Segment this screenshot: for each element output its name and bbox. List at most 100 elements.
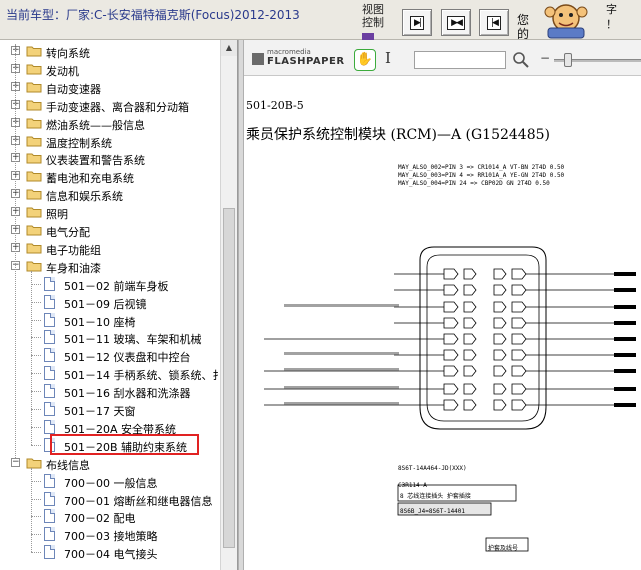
- pin-right: [511, 301, 527, 313]
- tree-branch-line: [31, 467, 32, 553]
- pin-right-inner: [493, 268, 507, 280]
- wire-terminal: [614, 337, 636, 341]
- search-input[interactable]: [414, 51, 506, 69]
- hand-tool-button[interactable]: ✋: [354, 49, 376, 71]
- tree-doc-item[interactable]: 700－02 配电: [0, 507, 220, 525]
- tree-doc-item[interactable]: 501－16 刮水器和洗涤器: [0, 382, 220, 400]
- tree-item-label: 燃油系统——般信息: [46, 118, 145, 132]
- tree-folder-item[interactable]: − 布线信息: [0, 454, 220, 472]
- tree-item-label: 501－09 后视镜: [64, 297, 147, 311]
- top-bar: 当前车型：厂家:C-长安福特福克斯(Focus)2012-2013 视图控制 ▶…: [0, 0, 641, 41]
- tree-doc-item[interactable]: 501－12 仪表盘和中控台: [0, 346, 220, 364]
- tree-item-label: 501－14 手柄系统、锁系统、扌: [64, 369, 224, 383]
- truncated-greeting-text: 您的: [517, 13, 530, 41]
- tree-folder-item[interactable]: + 温度控制系统: [0, 132, 220, 150]
- tree-connector-line: [31, 516, 41, 518]
- nav-last-button[interactable]: |◀: [479, 9, 509, 36]
- pin-right-inner: [493, 317, 507, 329]
- tree-folder-item[interactable]: + 照明: [0, 203, 220, 221]
- zoom-out-icon[interactable]: −: [540, 51, 550, 65]
- document-icon: [44, 294, 55, 309]
- scroll-up-arrow-icon[interactable]: ▲: [221, 40, 237, 56]
- search-icon[interactable]: [512, 51, 530, 69]
- pin-right: [511, 365, 527, 377]
- selected-item-highlight: [50, 433, 199, 455]
- tree-item-label: 信息和娱乐系统: [46, 190, 123, 204]
- tree-doc-item[interactable]: 700－01 熔断丝和继电器信息: [0, 490, 220, 508]
- tree-folder-item[interactable]: + 仪表装置和警告系统: [0, 149, 220, 167]
- folder-icon: [26, 243, 42, 254]
- tree-folder-item[interactable]: + 手动变速器、离合器和分动箱: [0, 96, 220, 114]
- tree-folder-item[interactable]: + 发动机: [0, 60, 220, 78]
- scrollbar-thumb[interactable]: [223, 208, 235, 548]
- folder-icon: [26, 100, 42, 111]
- view-control-label: 视图控制: [362, 3, 384, 29]
- pin-left-inner: [463, 333, 477, 345]
- tree-scrollbar[interactable]: ▲: [220, 40, 237, 570]
- pin-left: [443, 317, 459, 329]
- wire-label-smear: [284, 352, 399, 355]
- wire-terminal: [614, 403, 636, 407]
- tree-folder-item[interactable]: + 燃油系统——般信息: [0, 114, 220, 132]
- document-icon: [44, 348, 55, 363]
- text-select-tool-icon[interactable]: I: [385, 49, 391, 67]
- tree-folder-item[interactable]: + 转向系统: [0, 42, 220, 60]
- collapse-toggle-icon[interactable]: −: [11, 457, 20, 467]
- tree-item-label: 布线信息: [46, 458, 90, 472]
- pin-right-inner: [493, 383, 507, 395]
- tree-connector-line: [31, 283, 41, 285]
- tree-connector-line: [31, 534, 41, 536]
- folder-open-icon: [26, 458, 42, 469]
- mascot-text: 字 ！: [606, 2, 617, 32]
- document-icon: [44, 491, 55, 506]
- tree-item-label: 501－10 座椅: [64, 315, 136, 329]
- tree-folder-item[interactable]: + 自动变速器: [0, 78, 220, 96]
- pin-left: [443, 268, 459, 280]
- nav-toggle-button[interactable]: ▶◀: [441, 9, 471, 36]
- pin-left: [443, 365, 459, 377]
- tree-doc-item[interactable]: 501－14 手柄系统、锁系统、扌: [0, 364, 224, 382]
- nav-first-button[interactable]: ▶|: [402, 9, 432, 36]
- pin-left: [443, 399, 459, 411]
- tree-item-label: 转向系统: [46, 47, 90, 60]
- zoom-slider-thumb[interactable]: [564, 53, 572, 67]
- tree-item-label: 501－12 仪表盘和中控台: [64, 351, 191, 365]
- tree-connector-line: [31, 552, 41, 554]
- nav-last-icon: |◀: [487, 15, 501, 30]
- connector-ref-label: C3R114-A: [398, 482, 427, 489]
- tree-doc-item[interactable]: 700－03 接地策略: [0, 525, 220, 543]
- pin-right: [511, 317, 527, 329]
- tree-connector-line: [31, 426, 41, 428]
- tree-doc-item[interactable]: 501－09 后视镜: [0, 293, 220, 311]
- tree-folder-item[interactable]: + 电气分配: [0, 221, 220, 239]
- tree-item-label: 700－00 一般信息: [64, 476, 158, 490]
- pin-left: [443, 333, 459, 345]
- pin-left-inner: [463, 349, 477, 361]
- tree-folder-item[interactable]: + 电子功能组: [0, 239, 220, 257]
- folder-icon: [26, 153, 42, 164]
- tree-doc-item[interactable]: 501－10 座椅: [0, 311, 220, 329]
- tree-doc-item[interactable]: 700－00 一般信息: [0, 472, 220, 490]
- folder-icon: [26, 136, 42, 146]
- tree-folder-item[interactable]: − 车身和油漆: [0, 257, 220, 275]
- tree-doc-item[interactable]: 700－04 电气接头: [0, 543, 220, 561]
- folder-icon: [26, 207, 42, 218]
- tree-connector-line: [31, 301, 41, 303]
- wire-terminal: [614, 321, 636, 325]
- logo-big-text: FLASHPAPER: [267, 56, 345, 67]
- document-icon: [44, 545, 55, 560]
- tree-doc-item[interactable]: 501－11 玻璃、车架和机械: [0, 328, 220, 346]
- tree-item-label: 温度控制系统: [46, 136, 112, 150]
- tree-item-label: 蓄电池和充电系统: [46, 172, 134, 186]
- tree-doc-item[interactable]: 501－02 前端车身板: [0, 275, 220, 293]
- tree-item-label: 700－04 电气接头: [64, 548, 158, 562]
- tree-folder-item[interactable]: + 信息和娱乐系统: [0, 185, 220, 203]
- tree-folder-item[interactable]: + 蓄电池和充电系统: [0, 167, 220, 185]
- pin-left: [443, 284, 459, 296]
- tree-doc-item[interactable]: 501－17 天窗: [0, 400, 220, 418]
- tree-connector-line: [31, 355, 41, 357]
- document-icon: [44, 366, 55, 381]
- tree-item-label: 501－11 玻璃、车架和机械: [64, 333, 202, 347]
- pin-left-inner: [463, 301, 477, 313]
- pin-right-inner: [493, 349, 507, 361]
